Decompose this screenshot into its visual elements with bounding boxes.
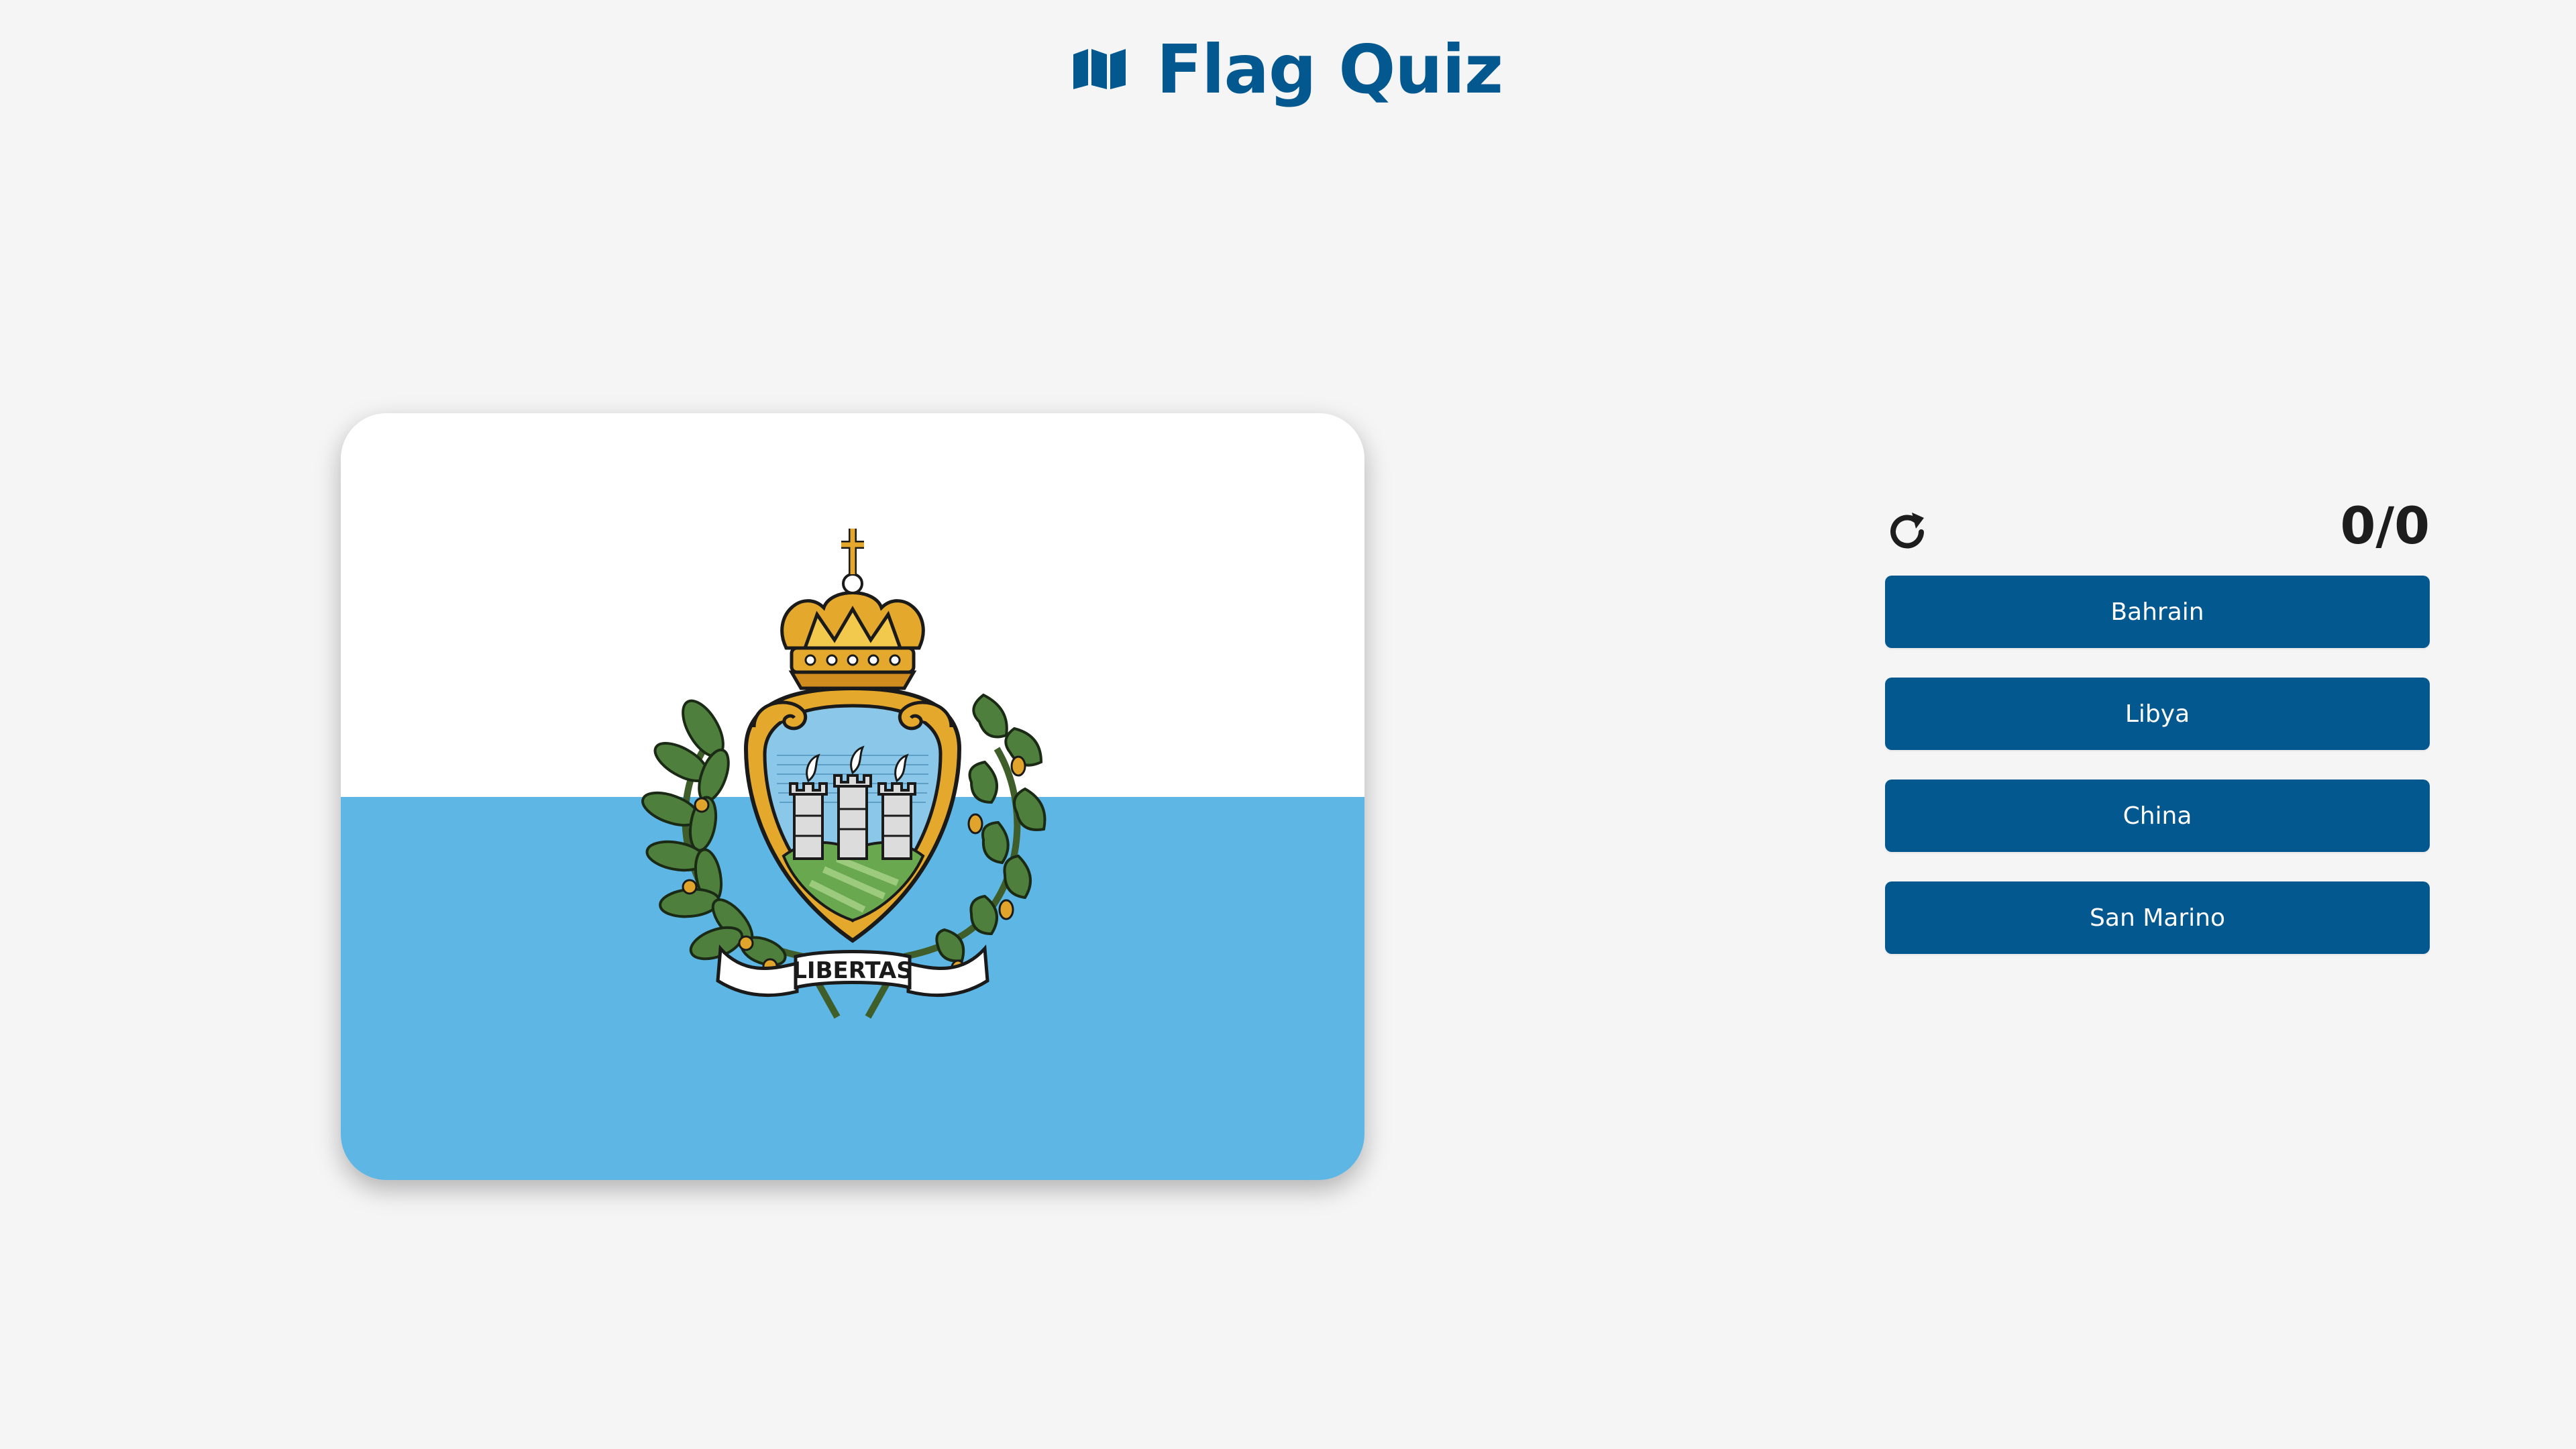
header: Flag Quiz [0,25,2576,113]
app: Flag Quiz LIBERTAS 0/0 Bahrain Libya Chi… [0,0,2576,1449]
quiz-toolbar: 0/0 [1885,496,2430,566]
flag-image: LIBERTAS [341,413,1364,1180]
score-counter: 0/0 [2340,496,2430,555]
answer-option-china[interactable]: China [1885,780,2430,852]
answer-option-libya[interactable]: Libya [1885,678,2430,750]
flag-motto: LIBERTAS [792,957,912,984]
page-title: Flag Quiz [1156,30,1503,109]
san-marino-flag: LIBERTAS [341,413,1364,1180]
map-icon [1073,49,1126,89]
quiz-panel: 0/0 Bahrain Libya China San Marino [1885,496,2430,954]
answer-option-bahrain[interactable]: Bahrain [1885,576,2430,648]
answer-option-san-marino[interactable]: San Marino [1885,881,2430,954]
answer-options: Bahrain Libya China San Marino [1885,576,2430,983]
restart-icon [1890,513,1924,549]
restart-button[interactable] [1885,510,1929,554]
